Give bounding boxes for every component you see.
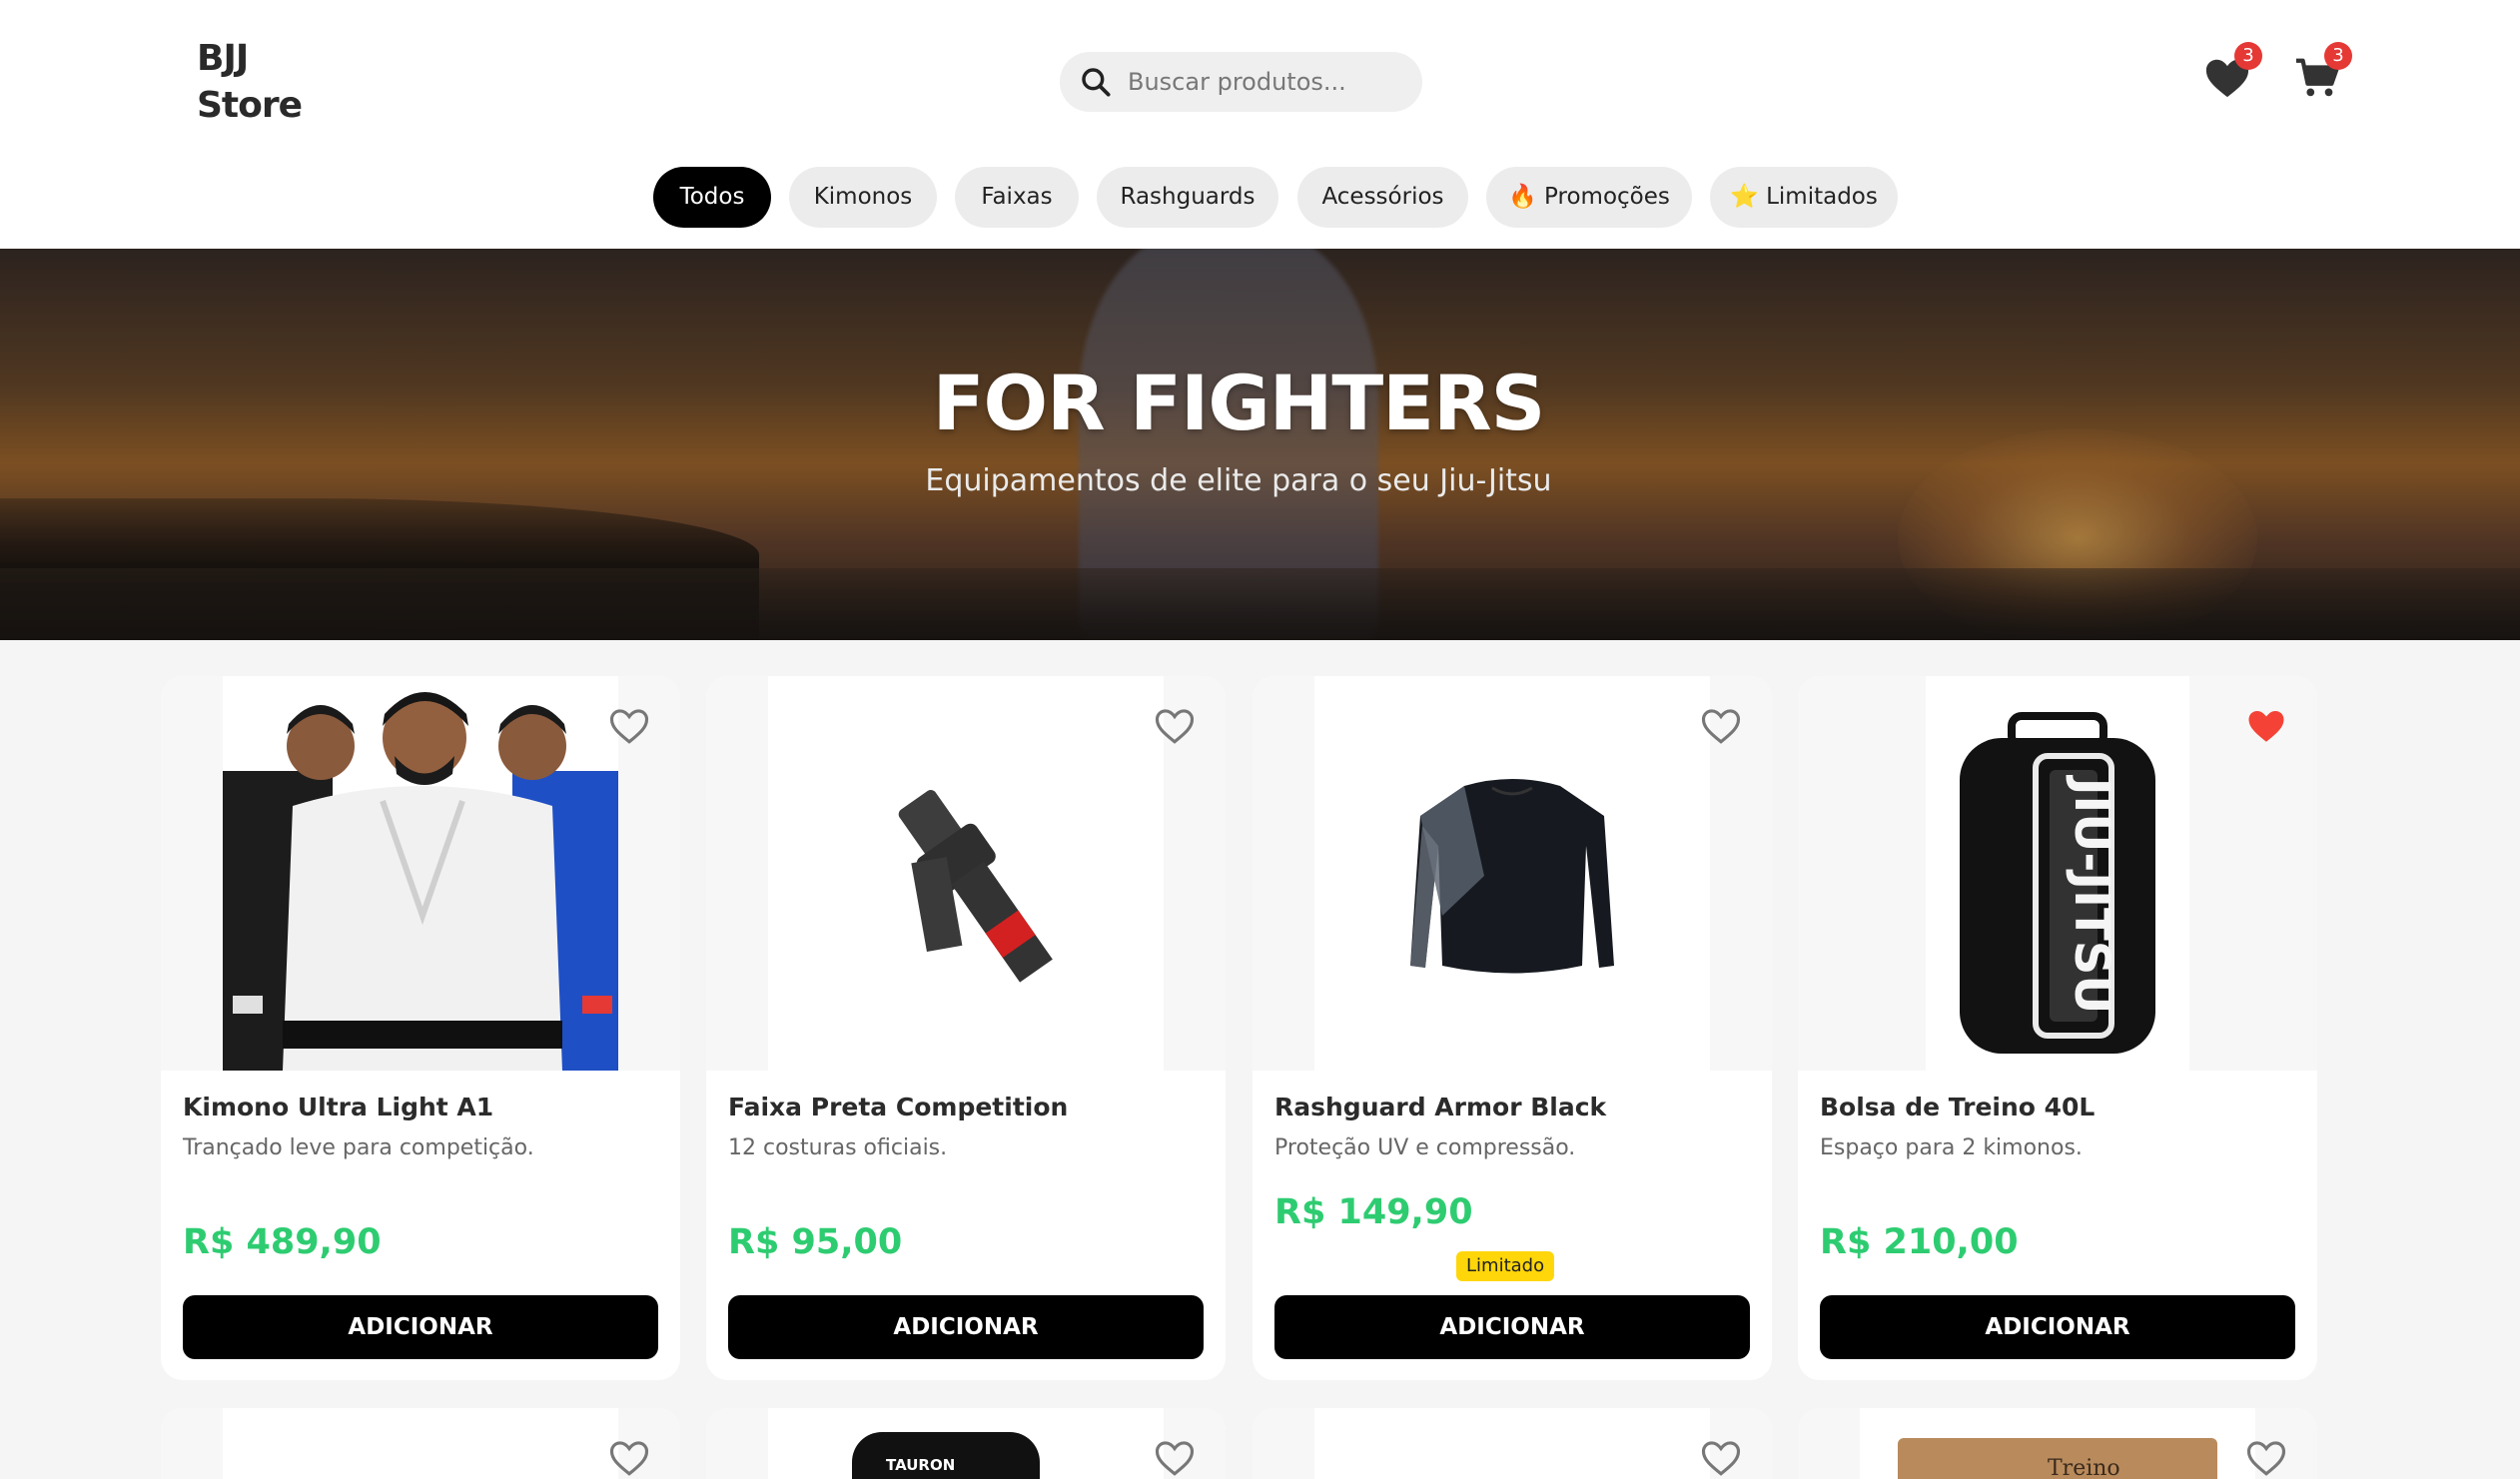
product-card[interactable]	[161, 1408, 680, 1479]
product-card[interactable]	[1253, 1408, 1772, 1479]
svg-text:JIU-JITSU: JIU-JITSU	[2064, 775, 2119, 1015]
favorite-button[interactable]	[2245, 1438, 2287, 1478]
heart-outline-icon	[1155, 1441, 1195, 1476]
product-image[interactable]: TAURON	[706, 1408, 1226, 1479]
hero-subtitle: Equipamentos de elite para o seu Jiu-Jit…	[925, 463, 1552, 498]
product-price: R$ 489,90	[183, 1222, 382, 1262]
heart-outline-icon	[609, 709, 649, 744]
product-description: 12 costuras oficiais.	[728, 1135, 948, 1160]
limited-badge: Limitado	[1456, 1251, 1555, 1281]
site-header: BJJ Store 3 3 Todos Kimonos Faixas Rashg…	[0, 0, 2520, 249]
product-image[interactable]	[706, 676, 1226, 1071]
heart-outline-icon	[1701, 1441, 1741, 1476]
category-pill-faixas[interactable]: Faixas	[955, 167, 1079, 228]
product-name[interactable]: Faixa Preta Competition	[728, 1093, 1068, 1121]
favorite-button[interactable]	[1154, 706, 1196, 746]
search-bar[interactable]	[1060, 52, 1422, 112]
product-card[interactable]: Rashguard Armor Black Proteção UV e comp…	[1253, 676, 1772, 1380]
product-image-bg	[1314, 1408, 1710, 1479]
cart-button[interactable]: 3	[2294, 42, 2352, 100]
category-pill-todos[interactable]: Todos	[653, 167, 771, 228]
favorite-button[interactable]	[2245, 706, 2287, 746]
product-image[interactable]	[161, 1408, 680, 1479]
wishlist-button[interactable]: 3	[2204, 42, 2262, 100]
category-pill-rashguards[interactable]: Rashguards	[1097, 167, 1278, 228]
product-description: Espaço para 2 kimonos.	[1820, 1135, 2083, 1160]
category-pill-promocoes[interactable]: 🔥 Promoções	[1486, 167, 1692, 228]
tauron-label: TAURON	[886, 1456, 956, 1474]
product-description: Trançado leve para competição.	[183, 1135, 534, 1160]
training-bag-photo: JIU-JITSU	[1960, 712, 2155, 1054]
product-image[interactable]	[161, 676, 680, 1071]
heart-outline-icon	[1701, 709, 1741, 744]
category-pill-limitados[interactable]: ⭐ Limitados	[1710, 167, 1898, 228]
tauron-product-photo: TAURON	[852, 1432, 1040, 1479]
product-price: R$ 95,00	[728, 1222, 903, 1262]
heart-outline-icon	[609, 1441, 649, 1476]
category-pill-acessorios[interactable]: Acessórios	[1297, 167, 1468, 228]
belt-photo	[898, 790, 1053, 983]
product-price: R$ 210,00	[1820, 1222, 2019, 1262]
rashguard-photo	[1410, 779, 1614, 974]
product-card[interactable]: Faixa Preta Competition 12 costuras ofic…	[706, 676, 1226, 1380]
add-to-cart-button[interactable]: ADICIONAR	[728, 1295, 1204, 1359]
favorite-button[interactable]	[1700, 1438, 1742, 1478]
hero-banner: FOR FIGHTERS Equipamentos de elite para …	[0, 249, 2520, 640]
kraft-bag-photo: Treino	[1898, 1438, 2217, 1479]
product-price: R$ 149,90	[1274, 1192, 1473, 1232]
heart-outline-icon	[1155, 709, 1195, 744]
brand-logo[interactable]: BJJ Store	[197, 35, 303, 129]
product-description: Proteção UV e compressão.	[1274, 1135, 1576, 1160]
product-card[interactable]: TAURON	[706, 1408, 1226, 1479]
brand-line-1: BJJ	[197, 38, 249, 79]
favorite-button[interactable]	[1154, 1438, 1196, 1478]
product-name[interactable]: Rashguard Armor Black	[1274, 1093, 1606, 1121]
product-card[interactable]: Kimono Ultra Light A1 Trançado leve para…	[161, 676, 680, 1380]
brand-line-2: Store	[197, 85, 303, 126]
search-icon	[1082, 68, 1111, 97]
add-to-cart-button[interactable]: ADICIONAR	[1274, 1295, 1750, 1359]
product-image[interactable]: JIU-JITSU	[1798, 676, 2317, 1071]
favorite-button[interactable]	[608, 706, 650, 746]
product-card[interactable]: Treino	[1798, 1408, 2317, 1479]
product-card[interactable]: JIU-JITSU Bolsa de Treino 40L Espaço par…	[1798, 676, 2317, 1380]
product-name[interactable]: Kimono Ultra Light A1	[183, 1093, 493, 1121]
category-nav: Todos Kimonos Faixas Rashguards Acessóri…	[0, 167, 2520, 229]
favorite-button[interactable]	[608, 1438, 650, 1478]
add-to-cart-button[interactable]: ADICIONAR	[183, 1295, 658, 1359]
kimono-photo	[223, 692, 618, 1071]
product-name[interactable]: Bolsa de Treino 40L	[1820, 1093, 2095, 1121]
product-image[interactable]: Treino	[1798, 1408, 2317, 1479]
search-input[interactable]	[1128, 68, 1407, 96]
product-image[interactable]	[1253, 1408, 1772, 1479]
product-image[interactable]	[1253, 676, 1772, 1071]
add-to-cart-button[interactable]: ADICIONAR	[1820, 1295, 2295, 1359]
hero-title: FOR FIGHTERS	[932, 359, 1546, 447]
kraft-bag-text: Treino	[2048, 1456, 2120, 1479]
heart-filled-icon	[2248, 710, 2284, 742]
cart-count-badge: 3	[2324, 42, 2352, 70]
wishlist-count-badge: 3	[2234, 42, 2262, 70]
category-pill-kimonos[interactable]: Kimonos	[789, 167, 937, 228]
product-image-bg	[223, 1408, 618, 1479]
favorite-button[interactable]	[1700, 706, 1742, 746]
heart-outline-icon	[2246, 1441, 2286, 1476]
